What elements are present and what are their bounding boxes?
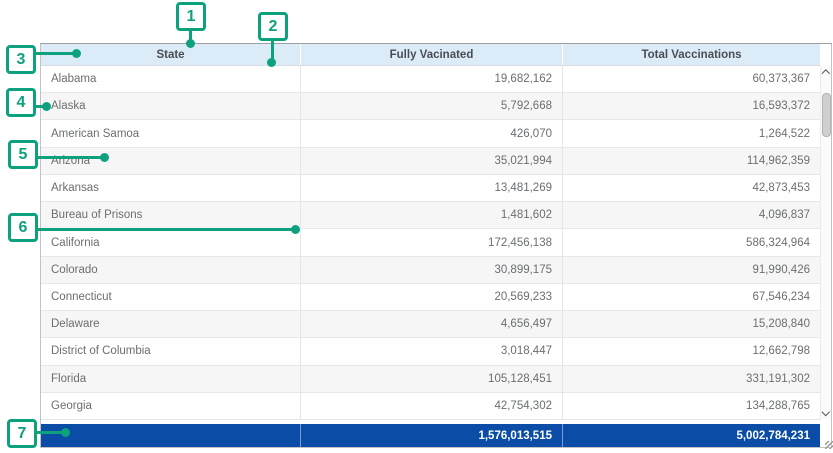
total-vaccinations-cell: 4,096,837 bbox=[562, 202, 820, 228]
state-cell: Bureau of Prisons bbox=[41, 202, 300, 228]
callout-7-line bbox=[37, 431, 64, 434]
dashboard-table-screenshot: { "colors": { "accent_green": "#0da17d",… bbox=[0, 0, 833, 453]
total-vaccinations-cell: 134,288,765 bbox=[562, 393, 820, 419]
column-header-fully-vaccinated[interactable]: Fully Vacinated bbox=[300, 44, 562, 65]
state-cell: California bbox=[41, 229, 300, 255]
state-cell: Colorado bbox=[41, 257, 300, 283]
total-vaccinations-cell: 16,593,372 bbox=[562, 93, 820, 119]
fully-vaccinated-cell: 5,792,668 bbox=[300, 93, 562, 119]
callout-6: 6 bbox=[8, 213, 38, 242]
total-vaccinations-cell: 586,324,964 bbox=[562, 229, 820, 255]
scroll-down-button[interactable] bbox=[821, 407, 831, 420]
fully-vaccinated-cell: 426,070 bbox=[300, 120, 562, 146]
scroll-up-button[interactable] bbox=[821, 66, 831, 79]
callout-1: 1 bbox=[176, 2, 206, 31]
state-cell: Alabama bbox=[41, 66, 300, 92]
total-vaccinations-cell: 12,662,798 bbox=[562, 338, 820, 364]
fully-vaccinated-cell: 19,682,162 bbox=[300, 66, 562, 92]
fully-vaccinated-cell: 30,899,175 bbox=[300, 257, 562, 283]
total-vaccinations-cell: 114,962,359 bbox=[562, 148, 820, 174]
state-cell: District of Columbia bbox=[41, 338, 300, 364]
table-body: Alabama19,682,16260,373,367Alaska5,792,6… bbox=[41, 66, 820, 420]
fully-vaccinated-cell: 13,481,269 bbox=[300, 175, 562, 201]
resize-handle-icon[interactable] bbox=[825, 441, 833, 449]
vertical-scrollbar[interactable] bbox=[820, 66, 831, 420]
total-vaccinations-cell: 67,546,234 bbox=[562, 284, 820, 310]
fully-vaccinated-cell: 35,021,994 bbox=[300, 148, 562, 174]
callout-6-dot bbox=[291, 225, 300, 234]
table-row[interactable]: District of Columbia3,018,44712,662,798 bbox=[41, 338, 820, 365]
total-vaccinations-cell: 15,208,840 bbox=[562, 311, 820, 337]
callout-5-line bbox=[38, 156, 103, 159]
table-row[interactable]: Florida105,128,451331,191,302 bbox=[41, 366, 820, 393]
callout-3: 3 bbox=[6, 45, 36, 74]
fully-vaccinated-cell: 20,569,233 bbox=[300, 284, 562, 310]
callout-6-line bbox=[38, 228, 294, 231]
table-row[interactable]: California172,456,138586,324,964 bbox=[41, 229, 820, 256]
table-header-row: State Fully Vacinated Total Vaccinations bbox=[41, 44, 820, 66]
totals-fully-vaccinated-cell: 1,576,013,515 bbox=[300, 424, 562, 447]
table-row[interactable]: Arkansas13,481,26942,873,453 bbox=[41, 175, 820, 202]
state-cell: Arizona bbox=[41, 148, 300, 174]
vaccination-table-widget: State Fully Vacinated Total Vaccinations… bbox=[40, 43, 832, 448]
table-row[interactable]: Georgia42,754,302134,288,765 bbox=[41, 393, 820, 420]
chevron-up-icon bbox=[822, 70, 830, 78]
table-row[interactable]: Alabama19,682,16260,373,367 bbox=[41, 66, 820, 93]
table-row[interactable]: Colorado30,899,17591,990,426 bbox=[41, 257, 820, 284]
callout-1-dot bbox=[186, 39, 195, 48]
state-cell: Arkansas bbox=[41, 175, 300, 201]
callout-4-dot bbox=[42, 102, 51, 111]
callout-3-dot bbox=[72, 49, 81, 58]
callout-5: 5 bbox=[8, 140, 38, 169]
callout-2: 2 bbox=[258, 12, 288, 41]
state-cell: American Samoa bbox=[41, 120, 300, 146]
callout-7-dot bbox=[61, 428, 70, 437]
fully-vaccinated-cell: 1,481,602 bbox=[300, 202, 562, 228]
totals-row: 1,576,013,515 5,002,784,231 bbox=[41, 424, 820, 447]
fully-vaccinated-cell: 3,018,447 bbox=[300, 338, 562, 364]
fully-vaccinated-cell: 105,128,451 bbox=[300, 366, 562, 392]
chevron-down-icon bbox=[822, 408, 830, 416]
total-vaccinations-cell: 331,191,302 bbox=[562, 366, 820, 392]
scrollbar-thumb[interactable] bbox=[822, 93, 831, 137]
total-vaccinations-cell: 91,990,426 bbox=[562, 257, 820, 283]
table-row[interactable]: Connecticut20,569,23367,546,234 bbox=[41, 284, 820, 311]
totals-state-cell bbox=[41, 424, 300, 447]
callout-5-dot bbox=[100, 153, 109, 162]
fully-vaccinated-cell: 42,754,302 bbox=[300, 393, 562, 419]
state-cell: Florida bbox=[41, 366, 300, 392]
state-cell: Alaska bbox=[41, 93, 300, 119]
callout-2-dot bbox=[267, 58, 276, 67]
table-row[interactable]: American Samoa426,0701,264,522 bbox=[41, 120, 820, 147]
total-vaccinations-cell: 1,264,522 bbox=[562, 120, 820, 146]
table-row[interactable]: Alaska5,792,66816,593,372 bbox=[41, 93, 820, 120]
callout-7: 7 bbox=[7, 419, 37, 448]
fully-vaccinated-cell: 172,456,138 bbox=[300, 229, 562, 255]
callout-3-line bbox=[36, 52, 76, 55]
total-vaccinations-cell: 60,373,367 bbox=[562, 66, 820, 92]
totals-vaccinations-cell: 5,002,784,231 bbox=[562, 424, 820, 447]
column-header-total-vaccinations[interactable]: Total Vaccinations bbox=[562, 44, 820, 65]
table-row[interactable]: Arizona35,021,994114,962,359 bbox=[41, 148, 820, 175]
table-row[interactable]: Delaware4,656,49715,208,840 bbox=[41, 311, 820, 338]
total-vaccinations-cell: 42,873,453 bbox=[562, 175, 820, 201]
callout-4: 4 bbox=[6, 88, 36, 117]
state-cell: Delaware bbox=[41, 311, 300, 337]
state-cell: Georgia bbox=[41, 393, 300, 419]
fully-vaccinated-cell: 4,656,497 bbox=[300, 311, 562, 337]
table-row[interactable]: Bureau of Prisons1,481,6024,096,837 bbox=[41, 202, 820, 229]
state-cell: Connecticut bbox=[41, 284, 300, 310]
